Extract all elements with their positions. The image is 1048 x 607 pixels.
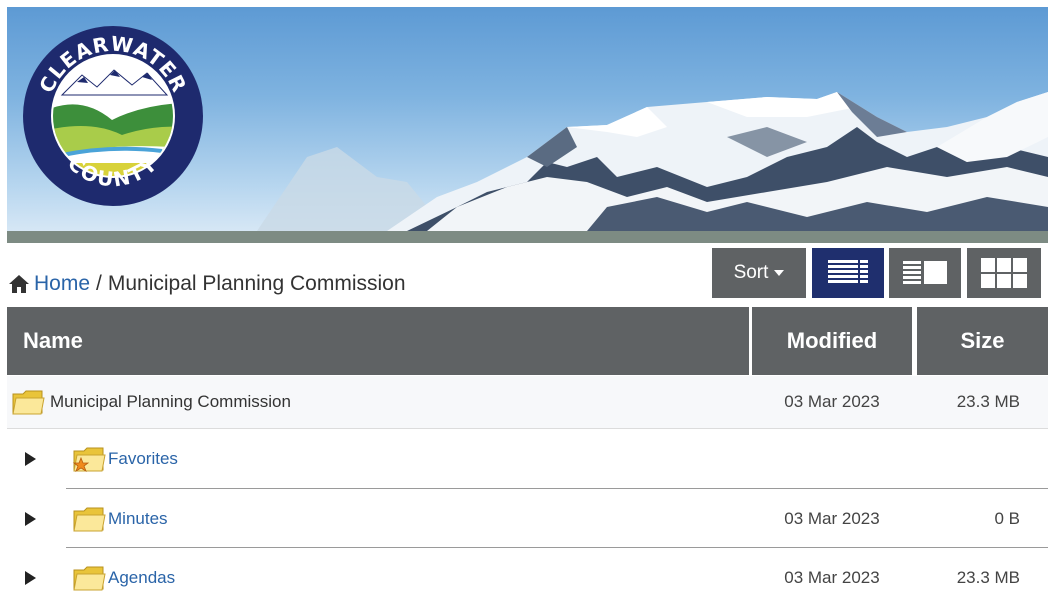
- home-icon[interactable]: [8, 274, 30, 294]
- detail-view-icon: [903, 261, 947, 284]
- name-cell: Agendas: [21, 549, 175, 607]
- sort-button-label: Sort: [733, 262, 769, 283]
- favorites-folder-icon: [72, 447, 106, 472]
- folder-name: Municipal Planning Commission: [50, 392, 291, 411]
- breadcrumb-current: Municipal Planning Commission: [107, 272, 406, 295]
- row-divider: [66, 488, 1048, 489]
- column-header-modified[interactable]: Modified: [752, 307, 912, 375]
- expand-arrow-icon[interactable]: [25, 571, 36, 585]
- folder-icon: [12, 390, 45, 415]
- size-cell: [917, 430, 1020, 488]
- table-row-favorites[interactable]: Favorites: [7, 430, 1048, 488]
- table-row-minutes[interactable]: Minutes 03 Mar 2023 0 B: [7, 490, 1048, 548]
- modified-cell: 03 Mar 2023: [784, 392, 880, 411]
- row-divider: [66, 547, 1048, 548]
- breadcrumb: Home / Municipal Planning Commission: [8, 270, 406, 298]
- list-view-icon: [828, 260, 868, 283]
- folder-name-link[interactable]: Minutes: [108, 509, 168, 529]
- chevron-down-icon: [774, 270, 785, 276]
- column-header-size[interactable]: Size: [917, 307, 1048, 375]
- name-cell: Favorites: [21, 430, 178, 488]
- folder-icon: [73, 566, 106, 591]
- column-header-name[interactable]: Name: [7, 307, 749, 375]
- folder-name-link[interactable]: Agendas: [108, 568, 175, 588]
- name-cell: Minutes: [21, 490, 168, 548]
- modified-cell: [752, 430, 912, 488]
- banner-divider: [7, 231, 1048, 243]
- detail-view-button[interactable]: [889, 248, 961, 298]
- modified-cell: 03 Mar 2023: [784, 568, 880, 587]
- size-cell: 23.3 MB: [956, 568, 1020, 587]
- table-row-root-folder[interactable]: Municipal Planning Commission 03 Mar 202…: [7, 376, 1048, 429]
- grid-view-icon: [981, 258, 1027, 288]
- modified-cell: 03 Mar 2023: [784, 509, 880, 528]
- breadcrumb-separator: /: [96, 272, 102, 295]
- name-cell: Municipal Planning Commission: [11, 376, 291, 428]
- folder-name-link[interactable]: Favorites: [108, 449, 178, 469]
- expand-arrow-icon[interactable]: [25, 452, 36, 466]
- folder-icon: [73, 507, 106, 532]
- breadcrumb-home-link[interactable]: Home: [34, 272, 90, 296]
- size-cell: 23.3 MB: [956, 392, 1020, 411]
- expand-arrow-icon[interactable]: [25, 512, 36, 526]
- list-view-button[interactable]: [812, 248, 884, 298]
- grid-view-button[interactable]: [967, 248, 1041, 298]
- clearwater-county-logo: CLEARWATER COUNTY: [23, 26, 203, 206]
- size-cell: 0 B: [994, 509, 1020, 528]
- sort-button[interactable]: Sort: [712, 248, 806, 298]
- table-row-agendas[interactable]: Agendas 03 Mar 2023 23.3 MB: [7, 549, 1048, 607]
